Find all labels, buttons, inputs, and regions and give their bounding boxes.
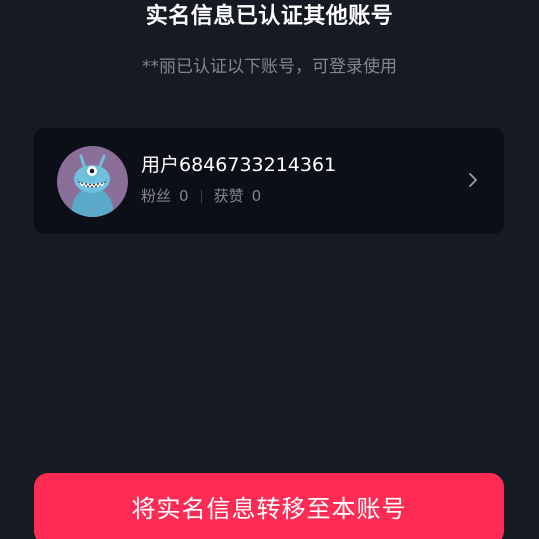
account-stats: 粉丝 0 获赞 0 [141, 185, 261, 207]
page-subtitle: **丽已认证以下账号，可登录使用 [142, 57, 397, 77]
monster-avatar-icon [71, 154, 114, 217]
verified-accounts-screen: 实名信息已认证其他账号 **丽已认证以下账号，可登录使用 用户684673321… [0, 0, 539, 539]
avatar [57, 146, 128, 217]
followers-label: 粉丝 [141, 187, 172, 205]
account-card[interactable]: 用户6846733214361 粉丝 0 获赞 0 [34, 128, 504, 234]
likes-count: 0 [251, 187, 262, 205]
account-username: 用户6846733214361 [141, 154, 337, 176]
transfer-verification-button[interactable]: 将实名信息转移至本账号 [34, 473, 504, 539]
likes-label: 获赞 [213, 187, 244, 205]
stats-divider [200, 189, 202, 203]
followers-count: 0 [179, 187, 189, 205]
page-title: 实名信息已认证其他账号 [145, 4, 394, 29]
chevron-right-icon [469, 173, 477, 187]
